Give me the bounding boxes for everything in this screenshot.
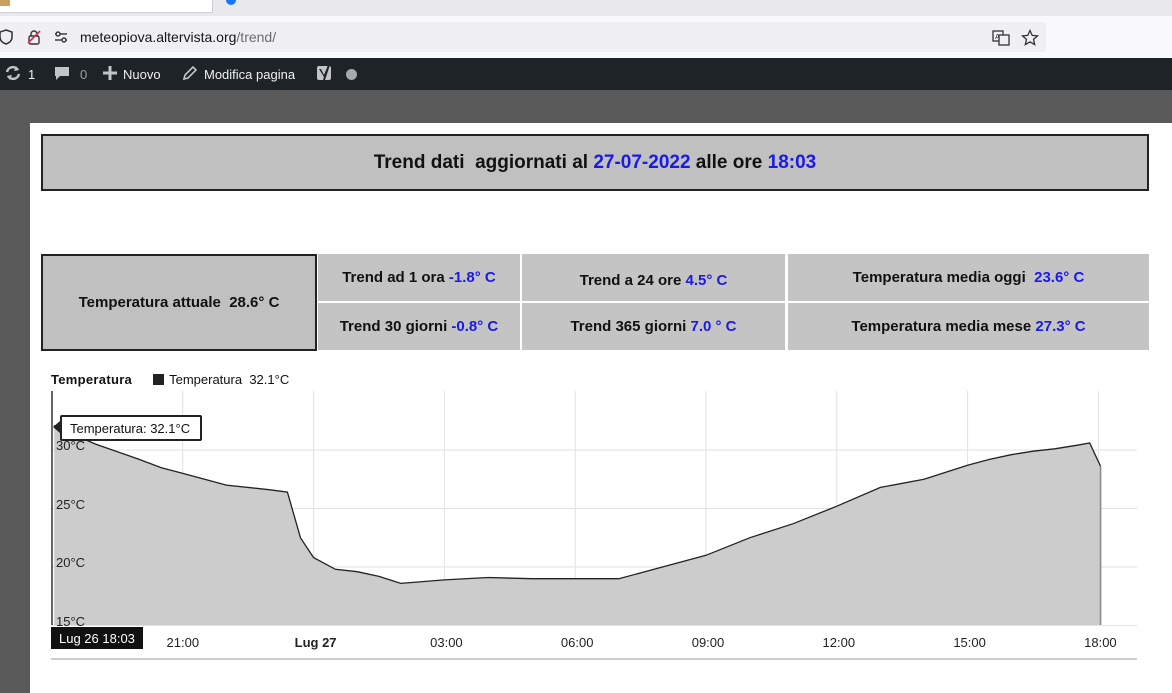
edit-page-button[interactable]: Modifica pagina — [182, 58, 295, 90]
yoast-seo-button[interactable] — [316, 58, 336, 90]
x-tick-label: 12:00 — [822, 635, 856, 650]
plus-icon — [103, 65, 117, 83]
new-content-button[interactable]: Nuovo — [103, 58, 161, 90]
x-tick-label: 21:00 — [166, 635, 200, 650]
shield-icon[interactable] — [0, 29, 14, 45]
pencil-icon — [182, 65, 198, 84]
tab-favicon-icon — [0, 0, 10, 6]
seo-status-dot[interactable] — [346, 58, 357, 90]
x-tick-label: 06:00 — [560, 635, 594, 650]
temperature-chart[interactable] — [30, 123, 1172, 668]
chart-tooltip: Temperatura: 32.1°C — [60, 415, 203, 441]
y-tick-label: 20°C — [56, 555, 86, 570]
edit-label: Modifica pagina — [204, 66, 296, 82]
comments-count: 0 — [80, 66, 88, 82]
url-text[interactable]: meteopiova.altervista.org/trend/ — [80, 29, 276, 45]
address-bar[interactable]: meteopiova.altervista.org/trend/ A — [0, 22, 1046, 52]
x-tick-label: 18:00 — [1084, 635, 1117, 650]
url-path: /trend/ — [236, 29, 277, 45]
wp-admin-bar: 1 0 Nuovo Modifica pagina — [0, 58, 1172, 90]
tab-strip — [0, 0, 1172, 16]
site-permissions-icon[interactable] — [53, 29, 69, 45]
x-tick-label: 03:00 — [430, 635, 463, 650]
comments-button[interactable]: 0 — [54, 58, 87, 90]
facebook-tab-icon[interactable] — [226, 0, 236, 5]
comment-icon — [54, 65, 70, 84]
x-tick-label: 15:00 — [953, 635, 986, 650]
bookmark-star-icon[interactable] — [1020, 28, 1040, 48]
tooltip-pointer — [53, 421, 60, 433]
status-dot-icon — [346, 68, 357, 80]
active-tab[interactable] — [0, 0, 213, 13]
url-host: meteopiova.altervista.org — [80, 29, 237, 45]
x-tick-label: Lug 27 — [294, 635, 337, 650]
refresh-icon — [4, 64, 22, 85]
x-tick-label: 09:00 — [691, 635, 725, 650]
page-content: Trend dati aggiornati al 27-07-2022 alle… — [30, 123, 1172, 693]
y-tick-label: 25°C — [56, 496, 86, 512]
translate-icon[interactable]: A — [991, 28, 1011, 48]
new-label: Nuovo — [123, 66, 161, 82]
svg-text:A: A — [995, 33, 1000, 41]
insecure-lock-icon[interactable] — [26, 29, 42, 45]
browser-toolbar: meteopiova.altervista.org/trend/ A — [0, 16, 1172, 59]
updates-button[interactable]: 1 — [4, 58, 35, 90]
temperature-area — [54, 425, 1101, 625]
updates-count: 1 — [28, 66, 36, 82]
crosshair-label: Lug 26 18:03 — [51, 627, 143, 649]
yoast-icon — [316, 63, 336, 86]
